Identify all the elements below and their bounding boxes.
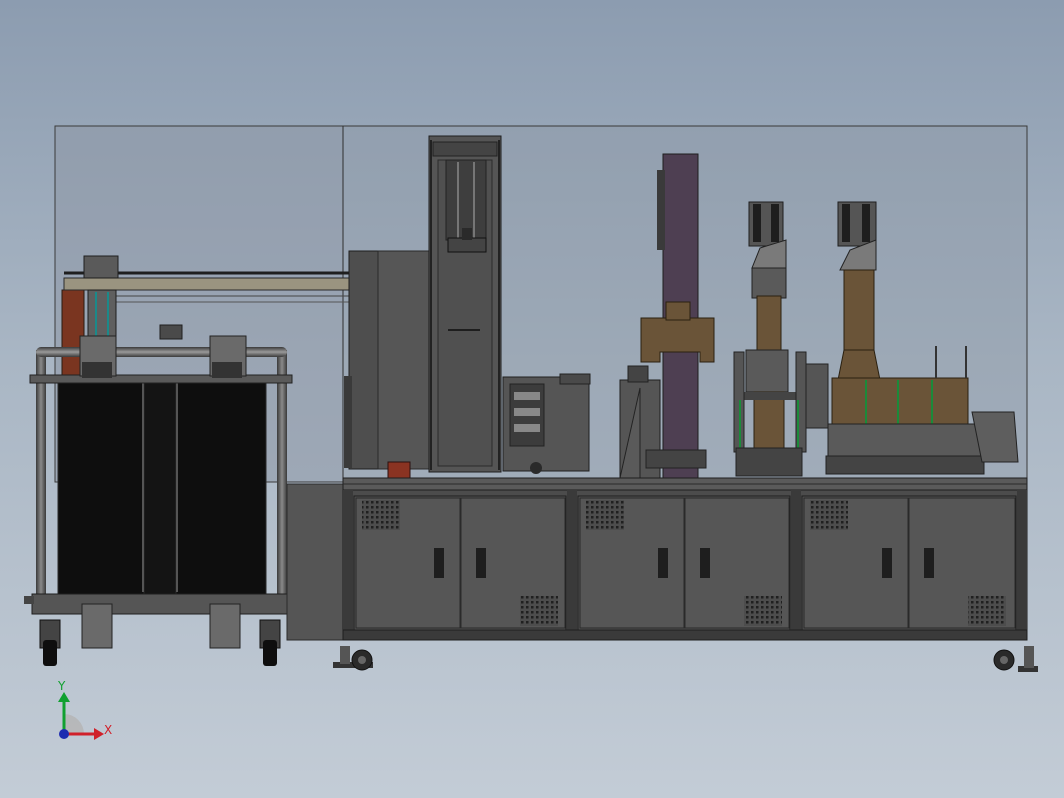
cad-assembly-view: Y X [24,125,1038,740]
door-handle [658,548,668,578]
side-panel [286,483,344,641]
door-handle [700,548,710,578]
y-axis-label: Y [57,679,66,693]
z-axis-origin [59,729,69,739]
cart-bin-right [175,377,267,595]
door-handle [434,548,444,578]
cabinet-bay [353,495,567,631]
leveling-foot [993,646,1038,672]
bronze-conveyor-bin [831,377,969,427]
red-component [387,461,411,479]
door-handle [882,548,892,578]
lift-tower [428,135,502,473]
material-cart [24,335,325,666]
caster-wheel [259,619,281,666]
door-handle [476,548,486,578]
cabinet-base [342,489,1028,641]
x-axis-label: X [104,723,112,737]
gantry-carriage [83,255,119,279]
leveling-foot [333,646,373,671]
housing-unit [344,250,432,479]
cart-base [31,593,291,615]
cart-bin-left [57,377,145,595]
caster-wheel [39,619,61,666]
coordinate-triad: Y X [57,679,112,740]
cabinet-bay [801,495,1017,631]
cabinet-bay [577,495,791,631]
feeder-module [502,373,591,474]
gantry-beam [63,277,351,291]
door-handle [924,548,934,578]
